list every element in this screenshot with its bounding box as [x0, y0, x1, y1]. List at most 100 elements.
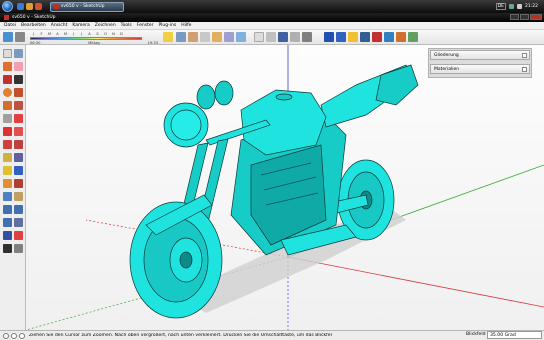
credits-icon[interactable]	[11, 332, 17, 339]
pan-tool-icon[interactable]	[14, 192, 23, 201]
hidden-line-icon[interactable]	[290, 32, 300, 42]
model-canvas	[26, 45, 544, 330]
tray-panel-materials-label: Materialien	[434, 66, 460, 72]
paint-tool-icon[interactable]	[3, 62, 12, 71]
front-view-icon[interactable]	[236, 32, 246, 42]
line-tool-icon[interactable]	[14, 75, 23, 84]
layer-icon[interactable]	[324, 32, 334, 42]
walk-icon[interactable]	[348, 32, 358, 42]
month-label: A	[88, 32, 91, 36]
wireframe-icon[interactable]	[278, 32, 288, 42]
maximize-button[interactable]	[520, 14, 529, 20]
status-bar: Ziehen Sie den Cursor zum Zoomen. Nach o…	[0, 330, 544, 340]
make-component-icon[interactable]	[176, 32, 186, 42]
3dtext-tool-icon[interactable]	[14, 179, 23, 188]
zoom-extents-tool-icon[interactable]	[3, 218, 12, 227]
circle-tool-icon[interactable]	[3, 88, 12, 97]
section-plane-icon[interactable]	[14, 244, 23, 253]
back-edges-icon[interactable]	[266, 32, 276, 42]
month-label: M	[63, 32, 68, 36]
start-orb-icon[interactable]	[2, 1, 13, 12]
windows-taskbar: sv650 v - SketchUp DE 21:22	[0, 0, 544, 13]
geo-location-icon[interactable]	[3, 332, 9, 339]
menu-kamera[interactable]: Kamera	[72, 23, 89, 28]
rotate-tool-icon[interactable]	[3, 127, 12, 136]
arc-tool-icon[interactable]	[14, 88, 23, 97]
shadow-settings-icon[interactable]	[15, 32, 25, 42]
tray-panel-materials[interactable]: Materialien	[430, 64, 530, 74]
select-tool-icon[interactable]	[163, 32, 173, 42]
menu-fenster[interactable]: Fenster	[137, 23, 154, 28]
eraser-icon[interactable]	[200, 32, 210, 42]
protractor-tool-icon[interactable]	[3, 166, 12, 175]
section-icon[interactable]	[360, 32, 370, 42]
extension-icon[interactable]	[408, 32, 418, 42]
menu-datei[interactable]: Datei	[4, 23, 16, 28]
gauge-right	[214, 80, 234, 106]
volume-icon[interactable]	[517, 4, 523, 9]
top-view-icon[interactable]	[224, 32, 234, 42]
zoom-tool-icon[interactable]	[3, 205, 12, 214]
help-icon[interactable]	[19, 332, 25, 339]
menu-tools[interactable]: Tools	[121, 23, 132, 28]
offset-tool-icon[interactable]	[14, 140, 23, 149]
previous-view-icon[interactable]	[14, 218, 23, 227]
shaded-icon[interactable]	[302, 32, 312, 42]
google-earth-icon[interactable]	[384, 32, 394, 42]
menu-bearbeiten[interactable]: Bearbeiten	[21, 23, 46, 28]
tape-tool-icon[interactable]	[3, 153, 12, 162]
zoom-window-tool-icon[interactable]	[14, 205, 23, 214]
rectangle-tool-icon[interactable]	[3, 75, 12, 84]
menu-ansicht[interactable]: Ansicht	[51, 23, 68, 28]
warehouse-icon[interactable]	[396, 32, 406, 42]
xray-icon[interactable]	[254, 32, 264, 42]
menubar: Datei Bearbeiten Ansicht Kamera Zeichnen…	[0, 22, 544, 30]
arrow-tool-icon[interactable]	[3, 49, 12, 58]
gauge-left	[196, 84, 216, 110]
position-camera-icon[interactable]	[3, 231, 12, 240]
model-viewport[interactable]: Gliederung Materialien	[26, 45, 544, 330]
polygon-tool-icon[interactable]	[3, 101, 12, 110]
time-slider[interactable]	[30, 37, 142, 40]
explorer-icon[interactable]	[26, 3, 33, 10]
look-around-icon[interactable]	[3, 244, 12, 253]
walk-tool-icon[interactable]	[14, 231, 23, 240]
clock[interactable]: 21:22	[525, 4, 538, 9]
move-tool-icon[interactable]	[3, 114, 12, 123]
close-button[interactable]	[530, 14, 542, 20]
paint-bucket-icon[interactable]	[188, 32, 198, 42]
followme-tool-icon[interactable]	[14, 127, 23, 136]
text-tool-icon[interactable]	[14, 166, 23, 175]
language-indicator[interactable]: DE	[495, 3, 507, 10]
pin-icon[interactable]	[522, 67, 527, 72]
style-icon[interactable]	[336, 32, 346, 42]
network-icon[interactable]	[509, 4, 515, 9]
month-scale[interactable]: J F M A M J J A S O N D	[30, 32, 158, 36]
main-toolbar: J F M A M J J A S O N D 06:30 Mittag 19:…	[0, 30, 544, 45]
component-tool-icon[interactable]	[14, 49, 23, 58]
status-message: Ziehen Sie den Cursor zum Zoomen. Nach o…	[29, 333, 332, 338]
house-icon[interactable]	[212, 32, 222, 42]
firefox-icon[interactable]	[35, 3, 42, 10]
menu-plugins[interactable]: Plug-ins	[158, 23, 176, 28]
red-axis	[287, 256, 544, 308]
orbit-tool-icon[interactable]	[3, 192, 12, 201]
taskbar-item-sketchup[interactable]: sv650 v - SketchUp	[50, 1, 124, 12]
eraser-tool-icon[interactable]	[14, 62, 23, 71]
month-label: N	[112, 32, 115, 36]
menu-zeichnen[interactable]: Zeichnen	[95, 23, 116, 28]
axes-tool-icon[interactable]	[3, 179, 12, 188]
minimize-button[interactable]	[510, 14, 519, 20]
scale-tool-icon[interactable]	[3, 140, 12, 149]
pin-icon[interactable]	[522, 53, 527, 58]
freehand-tool-icon[interactable]	[14, 101, 23, 110]
sandbox-icon[interactable]	[372, 32, 382, 42]
pushpull-tool-icon[interactable]	[14, 114, 23, 123]
month-label: M	[47, 32, 52, 36]
desktop-icon[interactable]	[17, 3, 24, 10]
vcb-input[interactable]: 35.00 Grad	[487, 331, 542, 339]
menu-hilfe[interactable]: Hilfe	[181, 23, 191, 28]
shadow-toggle-icon[interactable]	[3, 32, 13, 42]
tray-panel-outliner[interactable]: Gliederung	[430, 50, 530, 60]
dimension-tool-icon[interactable]	[14, 153, 23, 162]
